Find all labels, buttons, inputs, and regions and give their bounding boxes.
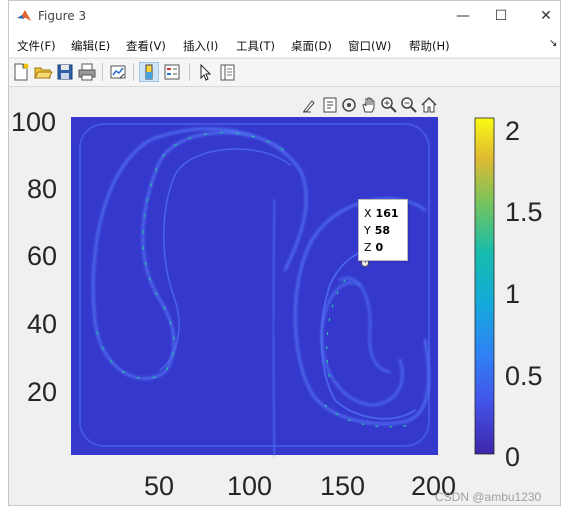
datatip-x-row: X 161 [364,207,399,220]
datatip-y-label: Y [364,224,371,237]
heatmap-image[interactable] [71,117,438,455]
figure-canvas [71,117,495,456]
datatip-z-label: Z [364,241,372,254]
datatip-x-value: 161 [375,207,399,220]
watermark: CSDN @ambu1230 [435,490,542,504]
datatip-z-row: Z0 [364,241,383,254]
datatip-y-value: 58 [374,224,391,237]
datatip-box[interactable]: X 161 Y 58 Z0 [358,199,408,261]
colorbar[interactable] [474,117,495,455]
datatip-z-value: 0 [375,241,384,254]
datatip-y-row: Y 58 [364,224,390,237]
datatip-x-label: X [364,207,372,220]
